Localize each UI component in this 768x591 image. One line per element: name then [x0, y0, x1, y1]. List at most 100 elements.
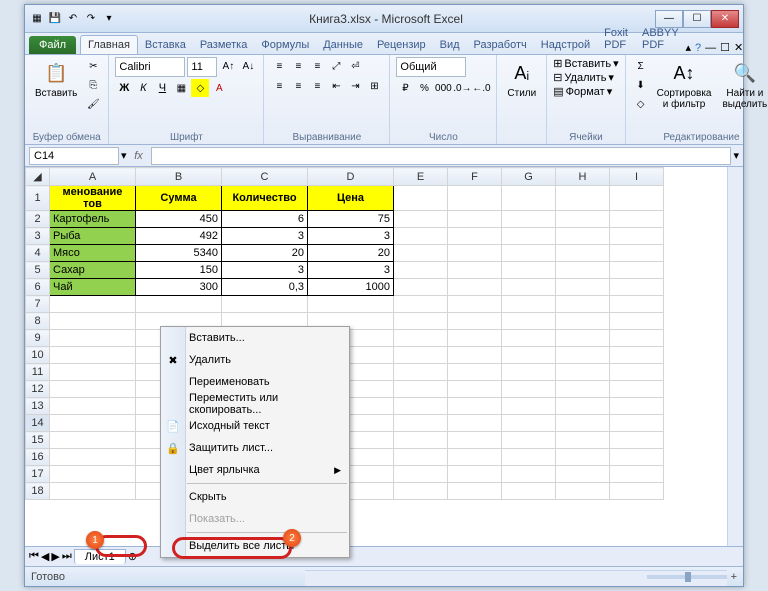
row-header[interactable]: 8	[26, 313, 50, 330]
minimize-ribbon-icon[interactable]: ▴	[686, 41, 692, 54]
tab-abbyy[interactable]: ABBYY PDF	[635, 24, 686, 54]
namebox-dropdown-icon[interactable]: ▾	[121, 149, 127, 162]
align-top-button[interactable]: ≡	[270, 57, 288, 75]
menu-hide[interactable]: Скрыть	[161, 486, 349, 508]
wrap-text-button[interactable]: ⏎	[346, 57, 364, 75]
cell-A1[interactable]: менование тов	[50, 186, 136, 211]
cell-D5[interactable]: 3	[308, 262, 394, 279]
cell-B3[interactable]: 492	[136, 228, 222, 245]
tab-nav-first-icon[interactable]: ⏮	[29, 550, 39, 563]
clear-button[interactable]: ◇	[632, 95, 650, 113]
tab-nav-prev-icon[interactable]: ◀	[41, 550, 49, 563]
close-button[interactable]: ✕	[711, 10, 739, 28]
workbook-restore-icon[interactable]: ☐	[720, 41, 730, 54]
workbook-close-icon[interactable]: ✕	[734, 41, 743, 54]
row-header[interactable]: 12	[26, 381, 50, 398]
row-header[interactable]: 7	[26, 296, 50, 313]
tab-view[interactable]: Вид	[433, 36, 467, 54]
undo-icon[interactable]: ↶	[65, 11, 81, 27]
align-middle-button[interactable]: ≡	[289, 57, 307, 75]
tab-foxit[interactable]: Foxit PDF	[597, 24, 635, 54]
format-painter-button[interactable]: 🖌	[84, 95, 102, 113]
italic-button[interactable]: К	[134, 79, 152, 97]
row-header[interactable]: 11	[26, 364, 50, 381]
menu-view-code[interactable]: 📄Исходный текст	[161, 415, 349, 437]
redo-icon[interactable]: ↷	[83, 11, 99, 27]
cell-A2[interactable]: Картофель	[50, 211, 136, 228]
cell-C1[interactable]: Количество	[222, 186, 308, 211]
row-header[interactable]: 1	[26, 186, 50, 211]
menu-delete[interactable]: ✖Удалить	[161, 349, 349, 371]
cell-C3[interactable]: 3	[222, 228, 308, 245]
fill-button[interactable]: ⬇	[632, 76, 650, 94]
qat-dropdown-icon[interactable]: ▾	[101, 11, 117, 27]
formula-input[interactable]	[151, 147, 732, 165]
cell-A4[interactable]: Мясо	[50, 245, 136, 262]
cell-D6[interactable]: 1000	[308, 279, 394, 296]
cell-B6[interactable]: 300	[136, 279, 222, 296]
row-header[interactable]: 13	[26, 398, 50, 415]
align-left-button[interactable]: ≡	[270, 77, 288, 95]
cell-B5[interactable]: 150	[136, 262, 222, 279]
tab-nav-last-icon[interactable]: ⏭	[62, 550, 72, 563]
cells-delete-button[interactable]: ⊟Удалить ▾	[553, 71, 614, 84]
tab-home[interactable]: Главная	[80, 35, 138, 54]
row-header[interactable]: 3	[26, 228, 50, 245]
increase-decimal-button[interactable]: .0→	[453, 79, 471, 97]
formula-expand-icon[interactable]: ▾	[733, 149, 739, 162]
save-icon[interactable]: 💾	[47, 11, 63, 27]
col-header-D[interactable]: D	[308, 168, 394, 186]
font-name-combo[interactable]: Calibri	[115, 57, 185, 77]
row-header[interactable]: 16	[26, 449, 50, 466]
cell-B2[interactable]: 450	[136, 211, 222, 228]
align-center-button[interactable]: ≡	[289, 77, 307, 95]
cell-C4[interactable]: 20	[222, 245, 308, 262]
row-header[interactable]: 2	[26, 211, 50, 228]
select-all-button[interactable]: ◢	[26, 168, 50, 186]
merge-button[interactable]: ⊞	[365, 77, 383, 95]
cell-C6[interactable]: 0,3	[222, 279, 308, 296]
cell-D1[interactable]: Цена	[308, 186, 394, 211]
col-header-F[interactable]: F	[448, 168, 502, 186]
copy-button[interactable]: ⎘	[84, 76, 102, 94]
orientation-button[interactable]: ⤢	[327, 57, 345, 75]
align-right-button[interactable]: ≡	[308, 77, 326, 95]
col-header-C[interactable]: C	[222, 168, 308, 186]
row-header[interactable]: 10	[26, 347, 50, 364]
menu-tab-color[interactable]: Цвет ярлычка▶	[161, 459, 349, 481]
row-header[interactable]: 5	[26, 262, 50, 279]
row-header[interactable]: 9	[26, 330, 50, 347]
col-header-H[interactable]: H	[556, 168, 610, 186]
paste-button[interactable]: 📋 Вставить	[31, 57, 81, 101]
autosum-button[interactable]: Σ	[632, 57, 650, 75]
sort-filter-button[interactable]: A↕ Сортировка и фильтр	[653, 57, 716, 112]
bold-button[interactable]: Ж	[115, 79, 133, 97]
maximize-button[interactable]: ☐	[683, 10, 711, 28]
cells-format-button[interactable]: ▤Формат ▾	[553, 85, 612, 98]
col-header-B[interactable]: B	[136, 168, 222, 186]
col-header-E[interactable]: E	[394, 168, 448, 186]
row-header[interactable]: 14	[26, 415, 50, 432]
tab-addins[interactable]: Надстрой	[534, 36, 597, 54]
tab-layout[interactable]: Разметка	[193, 36, 255, 54]
zoom-slider[interactable]	[647, 575, 727, 579]
grow-font-button[interactable]: A↑	[219, 57, 237, 75]
col-header-G[interactable]: G	[502, 168, 556, 186]
cell-B1[interactable]: Сумма	[136, 186, 222, 211]
comma-button[interactable]: 000	[434, 79, 452, 97]
tab-review[interactable]: Рецензир	[370, 36, 433, 54]
decrease-indent-button[interactable]: ⇤	[327, 77, 345, 95]
row-header[interactable]: 15	[26, 432, 50, 449]
row-header[interactable]: 18	[26, 483, 50, 500]
cell-C5[interactable]: 3	[222, 262, 308, 279]
vertical-scrollbar[interactable]	[727, 167, 743, 546]
find-select-button[interactable]: 🔍 Найти и выделить	[718, 57, 768, 112]
workbook-min-icon[interactable]: —	[705, 42, 716, 54]
tab-insert[interactable]: Вставка	[138, 36, 193, 54]
menu-insert[interactable]: Вставить...	[161, 327, 349, 349]
number-format-combo[interactable]: Общий	[396, 57, 466, 77]
underline-button[interactable]: Ч	[153, 79, 171, 97]
font-color-button[interactable]: A	[210, 79, 228, 97]
percent-button[interactable]: %	[415, 79, 433, 97]
name-box[interactable]: C14	[29, 147, 119, 165]
